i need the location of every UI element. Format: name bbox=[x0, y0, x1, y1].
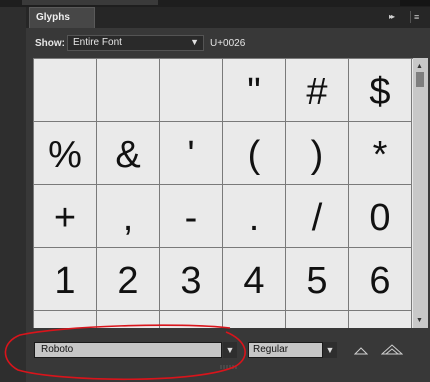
panel-menu-icon[interactable]: ≡ bbox=[410, 11, 424, 23]
glyph-cell[interactable]: + bbox=[34, 185, 97, 248]
glyph-char: 5 bbox=[306, 259, 328, 302]
resize-grip-icon[interactable] bbox=[219, 364, 239, 370]
glyph-cell[interactable]: 7 bbox=[34, 311, 97, 328]
glyph-cell[interactable]: $ bbox=[349, 59, 412, 122]
glyphs-panel: Show: Entire Font ▼ U+0026 " # $% & ' () * +, -.… bbox=[26, 28, 430, 382]
glyph-cell[interactable]: 1 bbox=[34, 248, 97, 311]
glyph-cell[interactable]: & bbox=[97, 122, 160, 185]
double-chevron-right-icon[interactable]: ▸▸ bbox=[389, 11, 403, 23]
glyph-char: + bbox=[53, 196, 77, 239]
font-controls-bar: Roboto ▼ Regular ▼ bbox=[26, 334, 430, 364]
large-mountain-icon[interactable] bbox=[381, 343, 403, 355]
font-style-dropdown[interactable]: Regular bbox=[248, 342, 323, 358]
glyph-cell[interactable] bbox=[34, 59, 97, 122]
glyph-char: 7 bbox=[54, 323, 75, 329]
glyph-cell[interactable]: 3 bbox=[160, 248, 223, 311]
glyph-cell[interactable]: ) bbox=[286, 122, 349, 185]
codepoint-readout: U+0026 bbox=[210, 38, 246, 49]
small-mountain-icon[interactable] bbox=[354, 345, 368, 355]
glyph-cell[interactable]: 5 bbox=[286, 248, 349, 311]
glyph-cell[interactable]: 8 bbox=[97, 311, 160, 328]
tab-glyphs[interactable]: Glyphs bbox=[29, 7, 95, 28]
chevron-down-icon: ▼ bbox=[190, 37, 199, 47]
glyph-cell[interactable]: / bbox=[286, 185, 349, 248]
scrollbar-thumb[interactable] bbox=[416, 72, 424, 87]
glyph-char: 0 bbox=[369, 196, 391, 239]
glyph-char: % bbox=[48, 133, 82, 176]
show-label: Show: bbox=[35, 38, 65, 49]
glyph-cell[interactable]: : bbox=[223, 311, 286, 328]
scroll-up-icon[interactable]: ▲ bbox=[416, 63, 423, 70]
glyph-cell[interactable]: . bbox=[223, 185, 286, 248]
glyph-char: - bbox=[184, 196, 198, 239]
glyph-cell[interactable]: * bbox=[349, 122, 412, 185]
glyph-char: , bbox=[122, 196, 134, 239]
glyph-char: / bbox=[311, 196, 323, 239]
vertical-scrollbar[interactable]: ▲ ▼ bbox=[413, 58, 428, 328]
glyph-char: " bbox=[247, 70, 261, 113]
glyph-char: 2 bbox=[117, 259, 139, 302]
window-top-strip bbox=[0, 0, 430, 7]
glyph-char: & bbox=[115, 133, 141, 176]
glyph-char: < bbox=[369, 323, 391, 329]
glyph-cell[interactable]: " bbox=[223, 59, 286, 122]
glyph-cell[interactable]: % bbox=[34, 122, 97, 185]
glyph-char: # bbox=[306, 70, 328, 113]
glyph-char: 1 bbox=[54, 259, 76, 302]
glyph-cell[interactable]: - bbox=[160, 185, 223, 248]
glyph-cell[interactable]: < bbox=[349, 311, 412, 328]
font-family-dropdown[interactable]: Roboto bbox=[34, 342, 222, 358]
glyph-cell[interactable]: 6 bbox=[349, 248, 412, 311]
left-gutter bbox=[0, 7, 26, 382]
glyph-char: ) bbox=[310, 133, 324, 176]
glyph-char: 3 bbox=[180, 259, 202, 302]
font-style-value: Regular bbox=[253, 344, 289, 355]
glyph-cell[interactable]: , bbox=[97, 185, 160, 248]
glyph-grid: " # $%& ' () * +, -. / 0 123456 7 8 9:; < bbox=[33, 58, 413, 328]
glyph-cell[interactable]: 9 bbox=[160, 311, 223, 328]
glyph-char: . bbox=[248, 196, 260, 239]
glyph-cell[interactable]: 0 bbox=[349, 185, 412, 248]
glyph-char: ; bbox=[312, 323, 323, 329]
font-family-value: Roboto bbox=[41, 344, 74, 355]
glyph-char: 8 bbox=[117, 323, 138, 329]
glyph-char: 6 bbox=[369, 259, 391, 302]
scroll-down-icon[interactable]: ▼ bbox=[416, 317, 423, 324]
glyph-cell[interactable] bbox=[97, 59, 160, 122]
glyph-cell[interactable]: ' bbox=[160, 122, 223, 185]
glyph-char: $ bbox=[369, 70, 391, 113]
glyph-cell[interactable]: # bbox=[286, 59, 349, 122]
chevron-down-icon[interactable]: ▼ bbox=[223, 342, 237, 358]
top-corner bbox=[400, 0, 430, 6]
glyph-cell[interactable]: ( bbox=[223, 122, 286, 185]
glyph-char: 9 bbox=[180, 323, 201, 329]
glyph-cell[interactable]: 2 bbox=[97, 248, 160, 311]
glyph-char: : bbox=[249, 323, 260, 329]
show-dropdown-value: Entire Font bbox=[73, 37, 122, 48]
glyph-char: ' bbox=[187, 133, 195, 176]
chevron-down-icon[interactable]: ▼ bbox=[323, 342, 337, 358]
top-divider bbox=[22, 0, 158, 5]
glyph-char: ( bbox=[247, 133, 261, 176]
glyph-cell[interactable]: ; bbox=[286, 311, 349, 328]
glyph-cell[interactable]: 4 bbox=[223, 248, 286, 311]
glyph-char: 4 bbox=[243, 259, 265, 302]
show-dropdown[interactable]: Entire Font ▼ bbox=[67, 35, 204, 51]
glyph-char: * bbox=[372, 133, 388, 176]
glyph-cell[interactable] bbox=[160, 59, 223, 122]
panel-tab-bar: Glyphs ▸▸ ≡ bbox=[26, 7, 430, 28]
